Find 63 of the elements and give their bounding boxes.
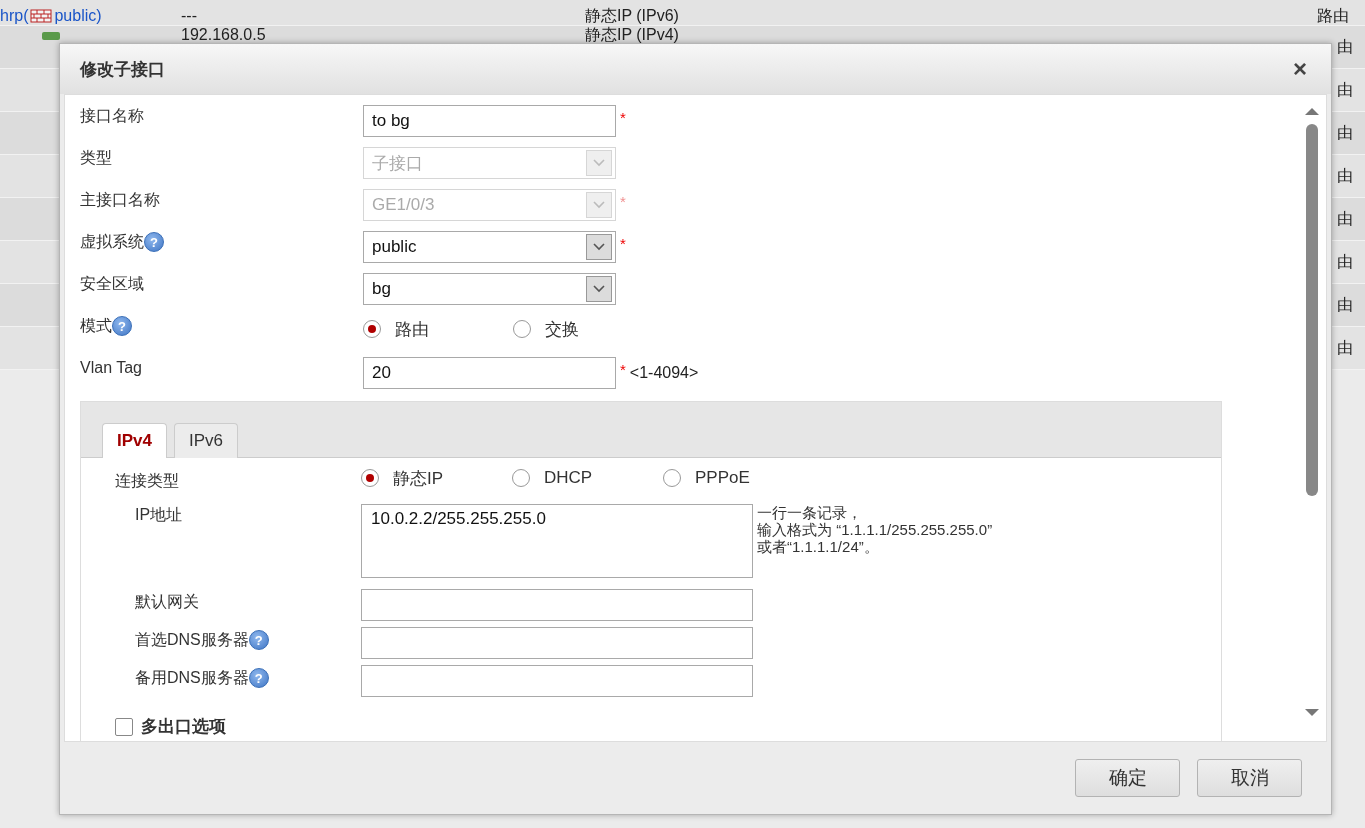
table-cell-text: --- [181,7,198,25]
text-field[interactable]: 20 [363,357,616,389]
radio-label: DHCP [544,468,593,488]
radio-button[interactable] [363,320,381,338]
radio-label: PPPoE [695,468,750,488]
radio-label: 路由 [395,318,429,341]
field-label: 连接类型 [115,471,179,491]
field-label: 类型 [80,148,112,168]
input-field[interactable] [361,665,753,697]
select-field[interactable]: public [363,231,616,263]
table-cell: 由 [1337,339,1353,357]
text-area[interactable]: 10.0.2.2/255.255.255.0 [361,504,753,578]
table-cell-text: 静态IP (IPv4) [585,26,680,44]
table-cell-text: 静态IP (IPv6) [585,7,680,25]
field-label: 虚拟系统 [80,232,144,252]
firewall-icon [30,9,53,23]
field-label: IP地址 [135,505,183,525]
dialog-button[interactable]: 确定 [1075,759,1180,797]
table-cell: 路由 [1317,7,1349,25]
input-field[interactable] [361,589,753,621]
tab[interactable]: IPv4 [102,423,167,458]
table-cell: 由 [1337,38,1353,56]
field-label: 主接口名称 [80,190,160,210]
table-cell: 由 [1337,81,1353,99]
radio-button[interactable] [361,469,379,487]
dialog-title: 修改子接口 [80,58,165,81]
format-note: 一行一条记录， [757,504,863,521]
text-field[interactable]: to bg [363,105,616,137]
required-mark: * [620,109,626,126]
radio-button[interactable] [512,469,530,487]
select-field[interactable]: bg [363,273,616,305]
radio-label: 静态IP [393,467,444,490]
checkbox[interactable] [115,717,133,736]
field-label: 模式 [80,316,112,336]
table-cell: 由 [1337,167,1353,185]
table-cell: 由 [1337,296,1353,314]
required-mark: * [620,361,626,378]
table-cell: 由 [1337,253,1353,271]
caret-icon[interactable] [586,234,612,260]
field-label: 备用DNS服务器 [135,668,249,688]
close-button[interactable]: × [1289,57,1311,81]
input-field[interactable] [361,627,753,659]
format-note: 或者“1.1.1.1/24”。 [757,538,880,555]
dialog-button[interactable]: 取消 [1197,759,1302,797]
field-label: Vlan Tag [80,358,142,378]
field-label: 安全区域 [80,274,144,294]
table-cell: 由 [1337,210,1353,228]
field-label: 接口名称 [80,106,144,126]
table-cell: 由 [1337,124,1353,142]
radio-button[interactable] [513,320,531,338]
radio-button[interactable] [663,469,681,487]
table-cell-text: 192.168.0.5 [181,26,267,44]
radio-label: 交换 [545,318,579,341]
link[interactable]: hrp( public) [0,7,181,25]
format-note: 输入格式为 “1.1.1.1/255.255.255.0” [757,521,994,538]
checkbox-label: 多出口选项 [141,716,226,738]
range-hint: <1-4094> [629,364,699,382]
tab[interactable]: IPv6 [174,423,238,458]
field-label: 首选DNS服务器 [135,630,249,650]
required-mark: * [620,193,626,210]
caret-icon[interactable] [586,276,612,302]
field-label: 默认网关 [135,592,199,612]
required-mark: * [620,235,626,252]
